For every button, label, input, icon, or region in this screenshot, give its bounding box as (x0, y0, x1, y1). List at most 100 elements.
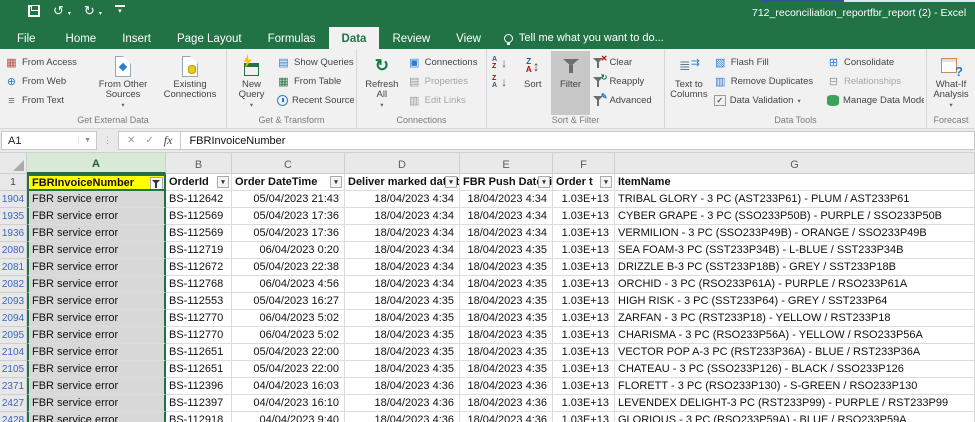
cell[interactable]: 18/04/2023 4:36 (460, 412, 553, 422)
tab-home[interactable]: Home (53, 27, 110, 49)
row-number[interactable]: 1935 (0, 208, 27, 225)
cell[interactable]: 1.03E+13 (553, 208, 615, 225)
column-header-g[interactable]: G (615, 153, 975, 174)
cell[interactable]: 18/04/2023 4:36 (345, 412, 460, 422)
filter-button[interactable]: Filter (551, 51, 591, 115)
filter-dropdown-icon[interactable] (538, 176, 550, 188)
row-number[interactable]: 2081 (0, 259, 27, 276)
formula-input[interactable]: FBRInvoiceNumber (181, 131, 975, 150)
save-icon[interactable] (28, 5, 40, 17)
cell[interactable]: 1.03E+13 (553, 344, 615, 361)
column-header-b[interactable]: B (166, 153, 232, 174)
cell[interactable]: 18/04/2023 4:36 (345, 395, 460, 412)
cell[interactable]: 18/04/2023 4:35 (345, 361, 460, 378)
tab-file[interactable]: File (0, 27, 53, 49)
properties-button[interactable]: ▤Properties (405, 72, 484, 91)
cell[interactable]: 1.03E+13 (553, 276, 615, 293)
from-table-button[interactable]: ▦From Table (274, 72, 354, 91)
cell[interactable]: CYBER GRAPE - 3 PC (SSO233P50B) - PURPLE… (615, 208, 975, 225)
filter-applied-icon[interactable] (150, 177, 163, 190)
show-queries-button[interactable]: ▤Show Queries (274, 53, 354, 72)
row-number[interactable]: 2428 (0, 412, 27, 422)
cell[interactable]: VERMILION - 3 PC (SSO233P49B) - ORANGE /… (615, 225, 975, 242)
cell[interactable]: BS-112642 (166, 191, 232, 208)
filter-dropdown-icon[interactable] (445, 176, 457, 188)
cell[interactable]: FBR service error (27, 259, 166, 276)
cell[interactable]: TRIBAL GLORY - 3 PC (AST233P61) - PLUM /… (615, 191, 975, 208)
cell[interactable]: 06/04/2023 4:56 (232, 276, 345, 293)
cell[interactable]: 18/04/2023 4:35 (460, 293, 553, 310)
cell[interactable]: FBR service error (27, 327, 166, 344)
cell[interactable]: BS-112396 (166, 378, 232, 395)
cell[interactable]: 1.03E+13 (553, 361, 615, 378)
enter-icon[interactable]: ✓ (145, 135, 153, 146)
cell-f1-order-t[interactable]: Order t (553, 174, 615, 191)
cell[interactable]: 1.03E+13 (553, 310, 615, 327)
cell[interactable]: 18/04/2023 4:35 (460, 310, 553, 327)
cell[interactable]: BS-112569 (166, 208, 232, 225)
cell[interactable]: ORCHID - 3 PC (RSO233P61A) - PURPLE / RS… (615, 276, 975, 293)
consolidate-button[interactable]: ⊞Consolidate (824, 53, 924, 72)
cell[interactable]: 18/04/2023 4:35 (460, 276, 553, 293)
data-validation-button[interactable]: ✓Data Validation▾ (711, 91, 824, 110)
cell[interactable]: BS-112768 (166, 276, 232, 293)
what-if-analysis-button[interactable]: ? What-If Analysis ▾ (929, 51, 973, 115)
cell[interactable]: BS-112553 (166, 293, 232, 310)
redo-dropdown-icon[interactable]: ▾ (99, 10, 102, 17)
cell[interactable]: 18/04/2023 4:35 (460, 361, 553, 378)
cell[interactable]: 1.03E+13 (553, 242, 615, 259)
tab-data[interactable]: Data (329, 27, 380, 49)
cell[interactable]: ZARFAN - 3 PC (RST233P18) - YELLOW / RST… (615, 310, 975, 327)
column-header-d[interactable]: D (345, 153, 460, 174)
customize-qat-icon[interactable]: ▾ (115, 5, 125, 16)
sort-ascending-button[interactable]: AZ↓ (489, 53, 515, 72)
row-number[interactable]: 2094 (0, 310, 27, 327)
insert-function-icon[interactable]: fx (164, 133, 173, 148)
cell[interactable]: 18/04/2023 4:35 (460, 344, 553, 361)
cell[interactable]: 18/04/2023 4:35 (460, 259, 553, 276)
redo-icon[interactable]: ↻ (84, 5, 95, 17)
cell[interactable]: 18/04/2023 4:34 (345, 191, 460, 208)
cell-d1-deliver-marked[interactable]: Deliver marked date time (345, 174, 460, 191)
cell[interactable]: 05/04/2023 16:27 (232, 293, 345, 310)
tab-page-layout[interactable]: Page Layout (164, 27, 255, 49)
row-number[interactable]: 2080 (0, 242, 27, 259)
cell[interactable]: 18/04/2023 4:34 (460, 225, 553, 242)
column-header-c[interactable]: C (232, 153, 345, 174)
cell-b1-orderid[interactable]: OrderId (166, 174, 232, 191)
cell[interactable]: HIGH RISK - 3 PC (SST233P64) - GREY / SS… (615, 293, 975, 310)
cell[interactable]: 1.03E+13 (553, 191, 615, 208)
cell[interactable]: FBR service error (27, 191, 166, 208)
row-number[interactable]: 2095 (0, 327, 27, 344)
cell-g1-itemname[interactable]: ItemName (615, 174, 975, 191)
undo-icon[interactable]: ↺ (53, 5, 64, 17)
row-number[interactable]: 2104 (0, 344, 27, 361)
cell[interactable]: 05/04/2023 22:00 (232, 361, 345, 378)
cell[interactable]: 1.03E+13 (553, 412, 615, 422)
cell[interactable]: SEA FOAM-3 PC (SST233P34B) - L-BLUE / SS… (615, 242, 975, 259)
cell[interactable]: 05/04/2023 22:00 (232, 344, 345, 361)
cell[interactable]: BS-112719 (166, 242, 232, 259)
cell[interactable]: 05/04/2023 17:36 (232, 225, 345, 242)
cell[interactable]: BS-112672 (166, 259, 232, 276)
row-number[interactable]: 2082 (0, 276, 27, 293)
cell[interactable]: FBR service error (27, 412, 166, 422)
edit-links-button[interactable]: ▥Edit Links (405, 91, 484, 110)
cell[interactable]: FBR service error (27, 225, 166, 242)
cell[interactable]: FBR service error (27, 293, 166, 310)
undo-dropdown-icon[interactable]: ▾ (68, 10, 71, 17)
cell[interactable]: FBR service error (27, 276, 166, 293)
column-header-f[interactable]: F (553, 153, 615, 174)
row-number[interactable]: 2105 (0, 361, 27, 378)
cell[interactable]: FBR service error (27, 378, 166, 395)
row-number[interactable]: 1936 (0, 225, 27, 242)
cell[interactable]: FLORETT - 3 PC (RSO233P130) - S-GREEN / … (615, 378, 975, 395)
flash-fill-button[interactable]: ▧Flash Fill (711, 53, 824, 72)
cell[interactable]: 18/04/2023 4:35 (345, 344, 460, 361)
cell[interactable]: 18/04/2023 4:34 (345, 259, 460, 276)
cell[interactable]: 1.03E+13 (553, 293, 615, 310)
cell[interactable]: 04/04/2023 16:03 (232, 378, 345, 395)
cancel-icon[interactable]: ✕ (127, 135, 135, 146)
cell[interactable]: 18/04/2023 4:34 (345, 225, 460, 242)
tab-formulas[interactable]: Formulas (255, 27, 329, 49)
